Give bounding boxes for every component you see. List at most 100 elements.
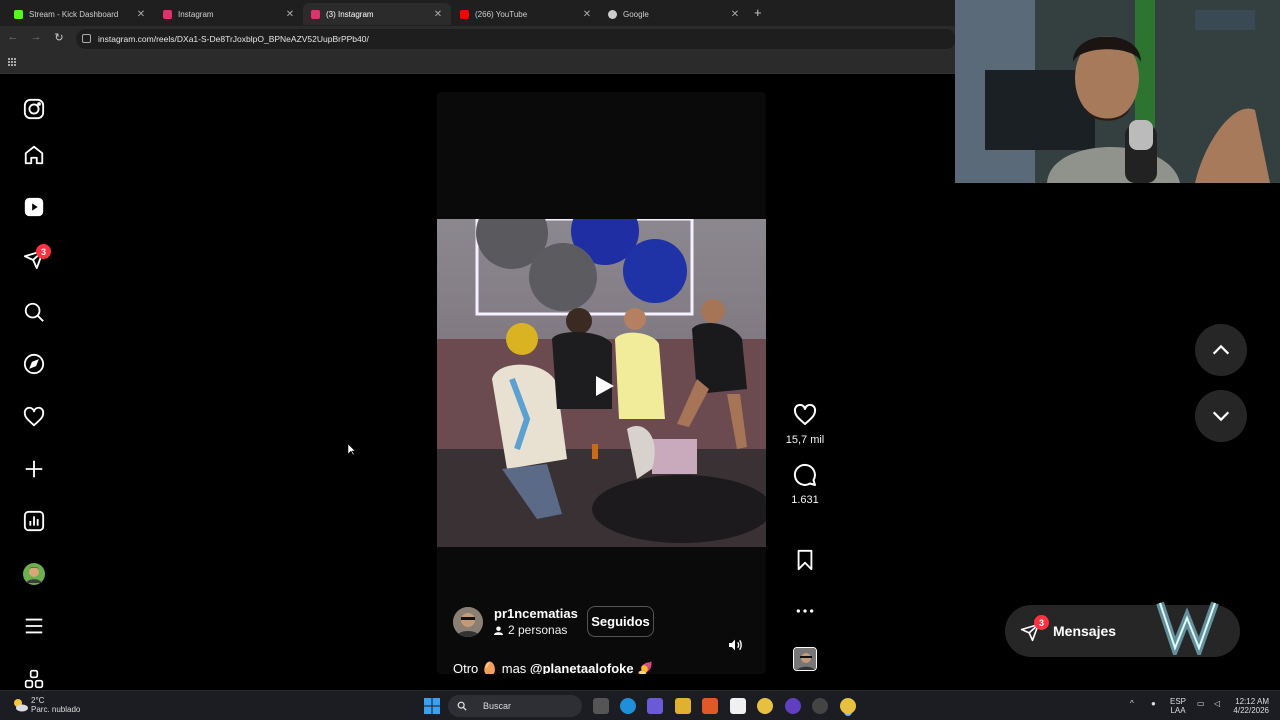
reel-caption: Otro 🥚 mas @planetaalofoke 🍠 [453, 661, 653, 674]
apps-grid-icon[interactable] [8, 58, 17, 67]
webcam-overlay [955, 0, 1280, 183]
dashboard-icon[interactable] [21, 508, 47, 534]
profile-avatar[interactable] [21, 561, 47, 587]
obs-icon[interactable] [812, 698, 828, 714]
streamer-logo [1156, 601, 1219, 655]
menu-icon[interactable] [21, 613, 47, 639]
notifications-icon[interactable] [21, 404, 47, 430]
app-icon-2[interactable] [785, 698, 801, 714]
following-button[interactable]: Seguidos [587, 606, 654, 637]
amazon-icon[interactable] [730, 698, 746, 714]
play-icon[interactable] [592, 374, 616, 398]
google-icon [608, 9, 617, 19]
back-icon[interactable]: ← [5, 31, 21, 43]
tab-kick-dashboard[interactable]: Stream - Kick Dashboard ✕ [6, 3, 154, 25]
caption-mention-link[interactable]: @planetaalofoke [530, 661, 634, 674]
edge-icon[interactable] [620, 698, 636, 714]
comments-count: 1.631 [791, 494, 819, 506]
messages-badge: 3 [36, 244, 51, 259]
heart-icon[interactable] [793, 403, 817, 427]
owner-avatar[interactable] [453, 607, 483, 637]
chevron-up-icon [1212, 344, 1230, 355]
reload-icon[interactable]: ↻ [51, 31, 67, 44]
audio-thumbnail[interactable] [793, 647, 817, 671]
caption-text-1: Otro [453, 661, 479, 674]
tab-instagram-active[interactable]: (3) Instagram ✕ [303, 3, 451, 25]
volume-icon[interactable] [727, 637, 743, 653]
kick-icon [14, 9, 23, 19]
task-view-icon[interactable] [593, 698, 609, 714]
new-tab-button[interactable]: + [754, 5, 762, 20]
caption-text-2: mas [501, 661, 527, 674]
search-icon[interactable] [21, 299, 47, 325]
windows-start-icon[interactable] [424, 698, 440, 714]
also-from-meta-icon[interactable] [21, 666, 47, 692]
tab-label: Stream - Kick Dashboard [29, 9, 119, 19]
caption-emoji-1: 🥚 [481, 661, 499, 674]
file-explorer-icon[interactable] [675, 698, 691, 714]
followers-count[interactable]: 2 personas [494, 623, 567, 637]
tab-youtube[interactable]: (266) YouTube ✕ [452, 3, 600, 25]
speaker-icon[interactable]: ◁ [1214, 699, 1220, 708]
save-action[interactable] [785, 549, 825, 576]
owner-username[interactable]: pr1ncematias [494, 606, 578, 621]
windows-taskbar: 2°C Parc. nublado Buscar ^ ● ESP LAA ▭ ◁… [0, 690, 1280, 720]
reel-video[interactable] [437, 219, 766, 547]
keyboard-layout: LAA [1170, 706, 1186, 715]
reel-owner: pr1ncematias 2 personas [453, 606, 578, 637]
reel-card[interactable]: pr1ncematias 2 personas Seguidos Otro 🥚 … [437, 92, 766, 674]
bookmark-icon[interactable] [794, 549, 816, 571]
close-icon[interactable]: ✕ [433, 9, 443, 20]
weather-icon [14, 699, 28, 712]
close-icon[interactable]: ✕ [136, 9, 146, 20]
like-action[interactable]: 15,7 mil [785, 403, 825, 446]
clock-date: 4/22/2026 [1233, 706, 1269, 715]
clock-time: 12:12 AM [1235, 697, 1269, 706]
url-text: instagram.com/reels/DXa1-S-De8TrJoxblpO_… [98, 34, 369, 44]
followers-text: 2 personas [508, 623, 568, 637]
webcam-video-image [955, 0, 1280, 183]
audio-cover-image [794, 648, 816, 670]
language-code: ESP [1170, 697, 1187, 706]
messages-label: Mensajes [1053, 623, 1117, 639]
copilot-icon[interactable] [647, 698, 663, 714]
messages-button[interactable]: 3 Mensajes [1005, 601, 1240, 657]
address-bar[interactable]: instagram.com/reels/DXa1-S-De8TrJoxblpO_… [76, 29, 956, 49]
reels-icon[interactable] [21, 194, 47, 220]
home-icon[interactable] [21, 142, 47, 168]
microphone-icon[interactable]: ● [1151, 699, 1156, 708]
next-reel-button[interactable] [1195, 390, 1247, 442]
taskbar-search-text: Buscar [483, 701, 512, 711]
comment-icon[interactable] [793, 463, 817, 487]
forward-icon[interactable]: → [28, 31, 44, 43]
close-icon[interactable]: ✕ [285, 9, 295, 20]
network-icon[interactable]: ▭ [1197, 699, 1205, 708]
chevron-down-icon [1212, 411, 1230, 422]
app-icon[interactable] [702, 698, 718, 714]
youtube-icon [460, 9, 469, 19]
weather-widget[interactable]: 2°C Parc. nublado [31, 696, 80, 714]
instagram-icon [311, 9, 320, 19]
weather-temp: 2°C [31, 696, 45, 705]
comment-action[interactable]: 1.631 [785, 463, 825, 506]
explore-icon[interactable] [21, 351, 47, 377]
clock[interactable]: 12:12 AM 4/22/2026 [1229, 697, 1269, 715]
chrome-active-icon[interactable] [840, 698, 856, 714]
tab-label: Google [623, 9, 649, 19]
more-options-icon[interactable] [795, 601, 815, 621]
messages-badge: 3 [1034, 615, 1049, 630]
taskbar-search[interactable]: Buscar [448, 695, 582, 717]
caption-emoji-2: 🍠 [637, 661, 654, 674]
close-icon[interactable]: ✕ [730, 9, 740, 20]
language-indicator[interactable]: ESP LAA [1170, 697, 1186, 715]
site-info-icon[interactable] [82, 34, 91, 43]
tray-expand-icon[interactable]: ^ [1130, 699, 1134, 708]
previous-reel-button[interactable] [1195, 324, 1247, 376]
create-icon[interactable] [21, 456, 47, 482]
tab-instagram[interactable]: Instagram ✕ [155, 3, 303, 25]
tab-google[interactable]: Google ✕ [600, 3, 748, 25]
chrome-icon[interactable] [757, 698, 773, 714]
more-action[interactable] [785, 601, 825, 626]
instagram-icon[interactable] [21, 96, 47, 122]
close-icon[interactable]: ✕ [582, 9, 592, 20]
